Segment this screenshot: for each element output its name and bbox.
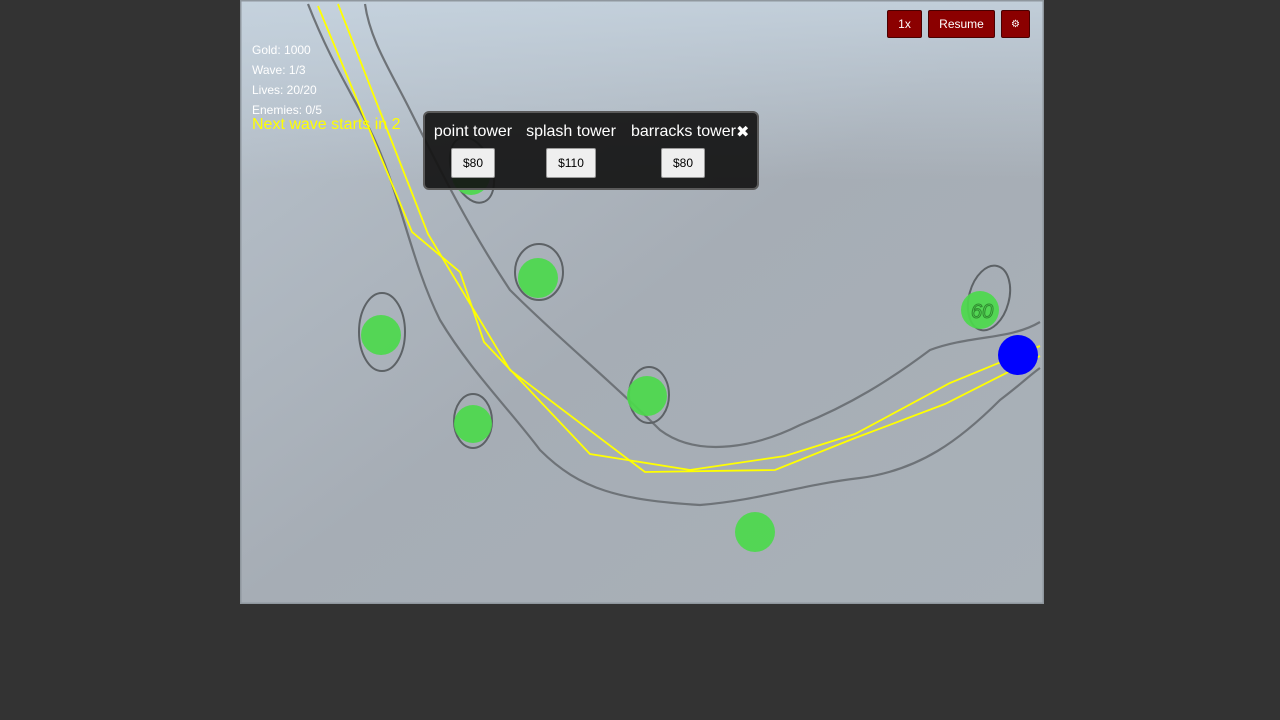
gear-icon: ⚙ [1011,18,1020,30]
next-wave-message: Next wave starts in 2 [252,116,401,133]
buy-barracks-tower-button[interactable]: $80 [660,148,706,178]
tower-name: point tower [433,123,513,140]
tower-name: splash tower [526,123,616,140]
tower-spot[interactable] [735,512,775,552]
buy-point-tower-button[interactable]: $80 [450,148,496,178]
game-viewport[interactable]: 60 Gold: 1000 Wave: 1/3 Lives: 20/20 Ene… [240,0,1044,604]
tower-name: barracks tower [631,123,736,140]
resume-button[interactable]: Resume [928,10,995,38]
tower-spot[interactable] [454,405,492,443]
tower-spot[interactable] [627,376,667,416]
close-icon[interactable]: ✖ [736,122,749,142]
path-endpoint-marker [998,335,1038,375]
game-map[interactable]: 60 [240,0,1044,604]
wave-counter: Wave: 1/3 [252,63,306,77]
tower-option-splash: splash tower $110 [526,123,616,178]
lives-counter: Lives: 20/20 [252,83,317,97]
tower-option-point: point tower $80 [433,123,513,178]
stats-panel: Gold: 1000 Wave: 1/3 Lives: 20/20 Enemie… [252,40,322,120]
doodle-number: 60 [971,301,993,323]
tower-menu: point tower $80 splash tower $110 barrac… [423,111,759,190]
tower-spot[interactable] [361,315,401,355]
buy-splash-tower-button[interactable]: $110 [546,148,596,178]
gold-counter: Gold: 1000 [252,43,311,57]
settings-button[interactable]: ⚙ [1001,10,1030,38]
tower-option-barracks: barracks tower $80 [631,123,736,178]
speed-button[interactable]: 1x [887,10,922,38]
tower-spot[interactable] [518,258,558,298]
